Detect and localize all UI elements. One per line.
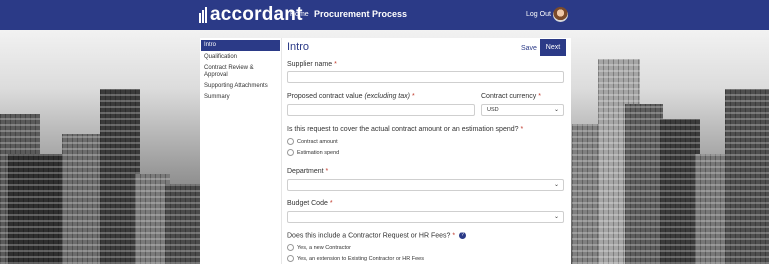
- department-label: Department *: [287, 168, 329, 175]
- radio-new-contractor[interactable]: Yes, a new Contractor: [287, 244, 351, 251]
- required-marker: *: [520, 126, 524, 133]
- page-section-title: Procurement Process: [314, 9, 408, 19]
- step-sidebar: Intro Qualification Contract Review & Ap…: [200, 38, 281, 264]
- radio-circle-icon[interactable]: [287, 244, 294, 251]
- required-marker: *: [452, 232, 456, 240]
- user-avatar[interactable]: [553, 7, 568, 22]
- contract-value-input[interactable]: [287, 104, 475, 116]
- chevron-down-icon: ⌄: [553, 214, 559, 220]
- required-marker: *: [334, 61, 337, 68]
- radio-contract-amount[interactable]: Contract amount: [287, 138, 338, 145]
- logo-bars-icon: [199, 7, 207, 23]
- next-button[interactable]: Next: [540, 39, 566, 56]
- supplier-name-label: Supplier name *: [287, 61, 337, 68]
- radio-circle-icon[interactable]: [287, 138, 294, 145]
- currency-value: USD: [487, 107, 499, 113]
- currency-select[interactable]: USD ⌄: [481, 104, 564, 116]
- contractor-question: Does this include a Contractor Request o…: [287, 232, 467, 240]
- sidebar-item-qualification[interactable]: Qualification: [200, 52, 281, 63]
- logout-link[interactable]: Log Out: [526, 11, 551, 18]
- form-panel: Intro Save Next Supplier name * Proposed…: [281, 38, 571, 264]
- contract-value-label: Proposed contract value (excluding tax) …: [287, 93, 415, 100]
- budget-code-select[interactable]: ⌄: [287, 211, 564, 223]
- required-marker: *: [411, 93, 415, 100]
- estimation-question: Is this request to cover the actual cont…: [287, 126, 524, 133]
- chevron-down-icon: ⌄: [553, 182, 559, 188]
- budget-code-label: Budget Code *: [287, 200, 333, 207]
- department-select[interactable]: ⌄: [287, 179, 564, 191]
- chevron-down-icon: ⌄: [553, 107, 559, 113]
- radio-estimation-spend[interactable]: Estimation spend: [287, 149, 339, 156]
- radio-circle-icon[interactable]: [287, 255, 294, 262]
- radio-circle-icon[interactable]: [287, 149, 294, 156]
- logo-text: accordant: [210, 4, 303, 25]
- radio-extension-contractor[interactable]: Yes, an extension to Existing Contractor…: [287, 255, 424, 262]
- required-marker: *: [329, 200, 333, 207]
- sidebar-item-supporting-attachments[interactable]: Supporting Attachments: [200, 81, 281, 92]
- currency-label: Contract currency *: [481, 93, 541, 100]
- required-marker: *: [325, 168, 329, 175]
- sidebar-item-summary[interactable]: Summary: [200, 92, 281, 103]
- sidebar-item-contract-review[interactable]: Contract Review & Approval: [200, 63, 281, 81]
- help-icon[interactable]: ?: [459, 232, 467, 239]
- accordant-logo[interactable]: accordant: [199, 4, 303, 25]
- supplier-name-input[interactable]: [287, 71, 564, 83]
- contract-value-hint: (excluding tax): [364, 93, 410, 100]
- save-button[interactable]: Save: [521, 45, 537, 52]
- sidebar-item-intro[interactable]: Intro: [201, 40, 280, 51]
- nav-home-link[interactable]: Home: [290, 11, 309, 18]
- form-title: Intro: [287, 41, 310, 53]
- required-marker: *: [538, 93, 541, 100]
- top-navbar: accordant Home Procurement Process Log O…: [0, 0, 769, 30]
